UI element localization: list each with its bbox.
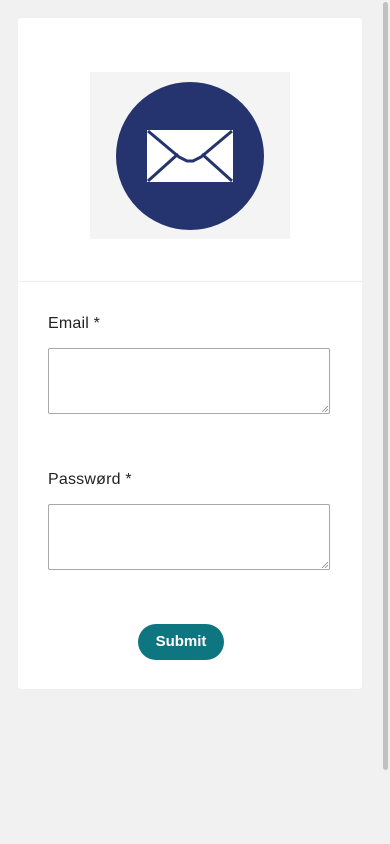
- resize-grip-icon[interactable]: [321, 405, 328, 412]
- section-divider: [18, 281, 362, 282]
- envelope-icon: [116, 82, 264, 230]
- email-label: Email *: [48, 315, 101, 332]
- password-field[interactable]: [48, 504, 330, 570]
- logo-header: [18, 18, 362, 281]
- password-label: Passwørd *: [48, 471, 132, 488]
- logo-image: [90, 72, 290, 239]
- page-scrollbar[interactable]: [382, 0, 390, 844]
- resize-grip-icon[interactable]: [321, 561, 328, 568]
- email-field[interactable]: [48, 348, 330, 414]
- scrollbar-thumb[interactable]: [383, 2, 388, 770]
- submit-button[interactable]: Submit: [138, 624, 224, 660]
- login-card: Email * Passwørd * Submit: [18, 18, 362, 689]
